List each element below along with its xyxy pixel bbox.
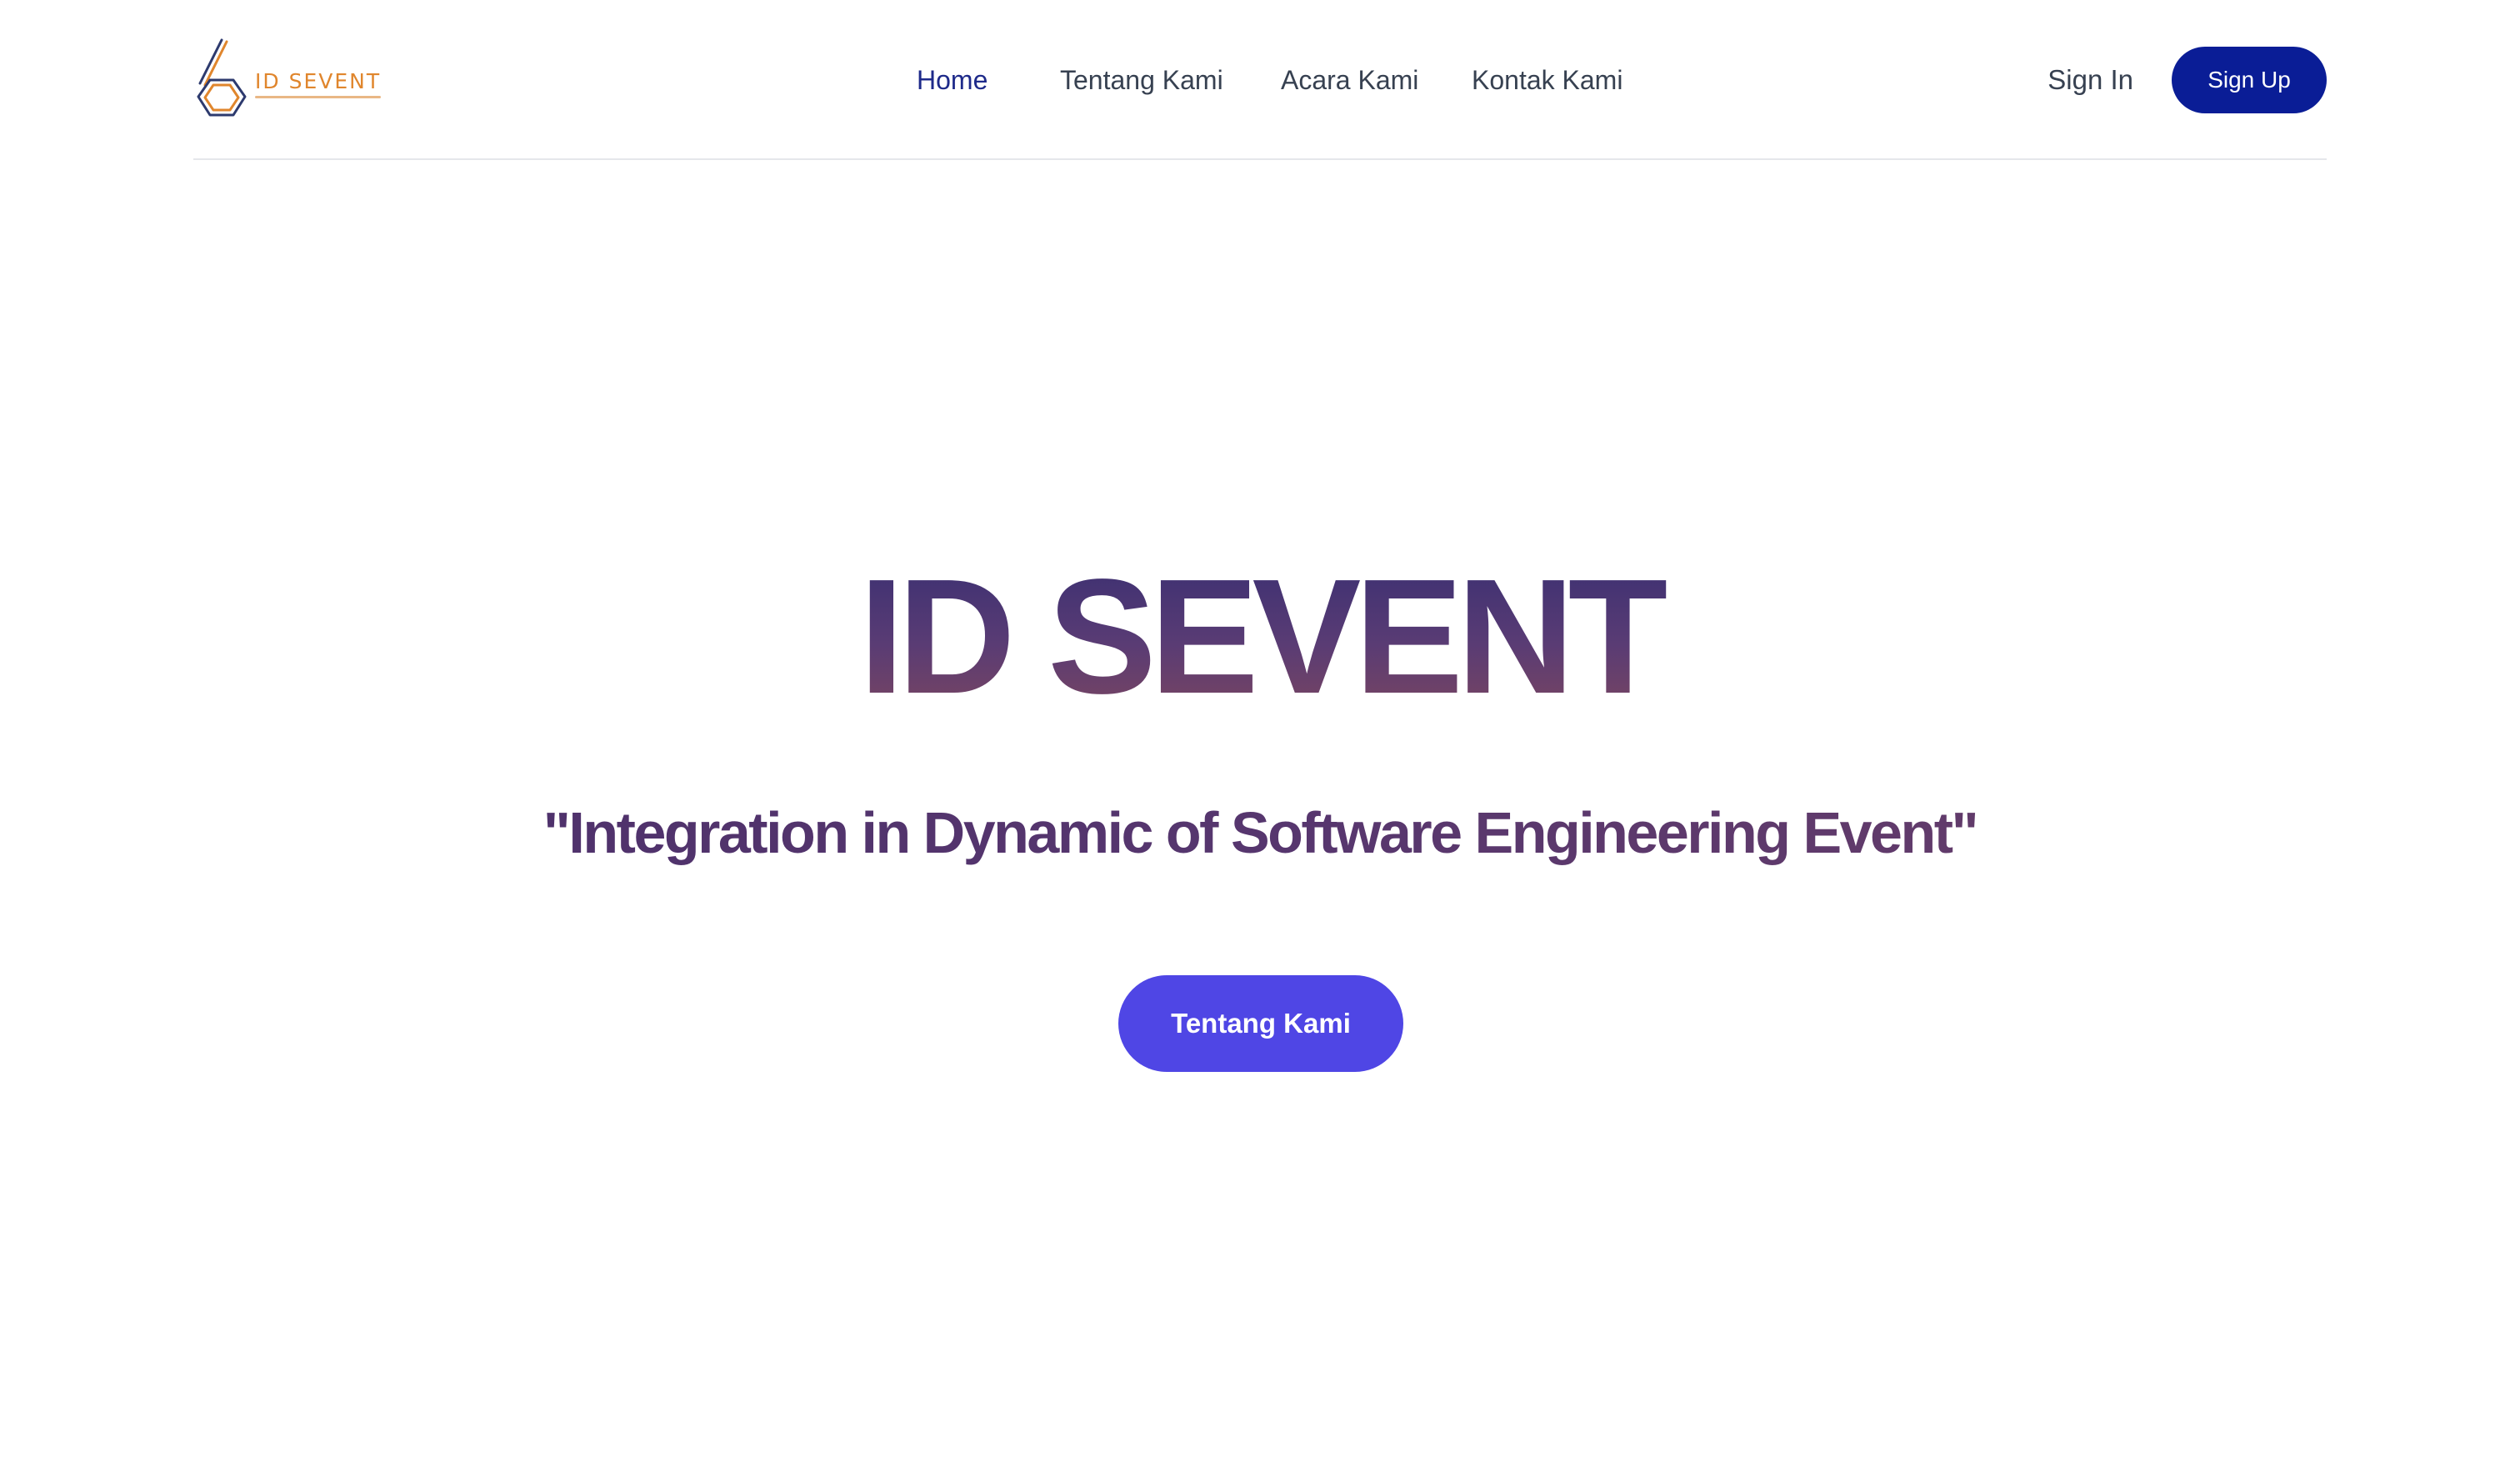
hero-section: ID SEVENT "Integration in Dynamic of Sof…: [0, 162, 2520, 1472]
site-header: ID SEVENT Home Tentang Kami Acara Kami K…: [193, 0, 2327, 160]
nav-item-kontak-kami[interactable]: Kontak Kami: [1472, 60, 1622, 100]
hero-title: ID SEVENT: [0, 553, 2520, 720]
tentang-kami-button[interactable]: Tentang Kami: [1118, 975, 1403, 1072]
main-nav: Home Tentang Kami Acara Kami Kontak Kami: [193, 0, 2327, 160]
nav-item-acara-kami[interactable]: Acara Kami: [1281, 60, 1418, 100]
nav-item-home[interactable]: Home: [917, 60, 988, 100]
page: ID SEVENT Home Tentang Kami Acara Kami K…: [0, 0, 2520, 1472]
hero-subtitle: "Integration in Dynamic of Software Engi…: [0, 795, 2520, 870]
nav-item-tentang-kami[interactable]: Tentang Kami: [1060, 60, 1223, 100]
sign-up-button[interactable]: Sign Up: [2172, 47, 2327, 113]
sign-in-link[interactable]: Sign In: [2048, 60, 2133, 100]
